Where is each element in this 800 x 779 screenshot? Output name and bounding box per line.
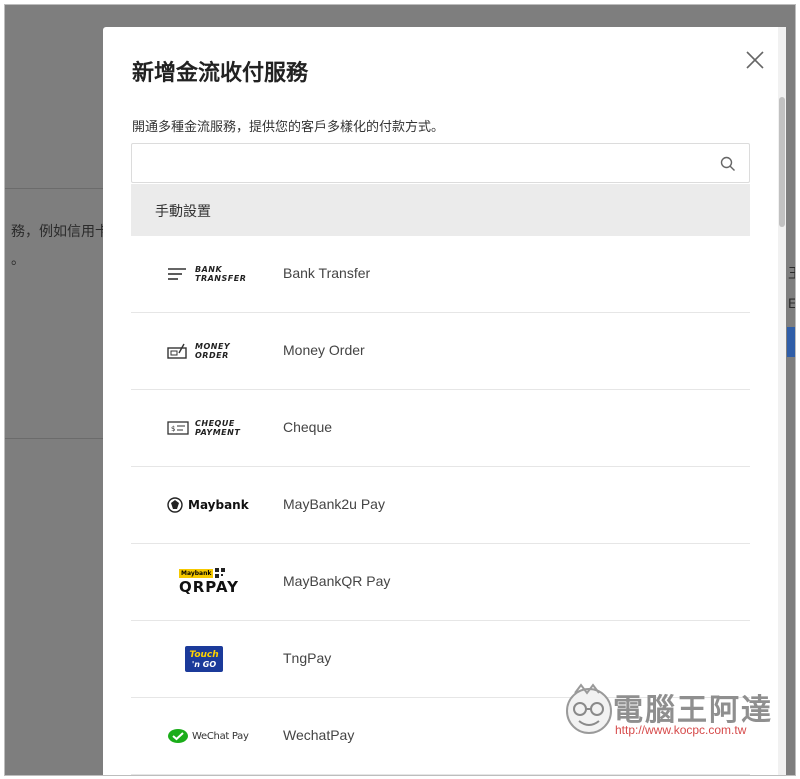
wechat-pay-wordmark: WeChat Pay (192, 730, 249, 742)
cheque-icon: $ (167, 421, 189, 435)
payment-method-name: Cheque (283, 419, 333, 435)
search-icon[interactable] (719, 155, 737, 173)
maybank-wordmark: Maybank (188, 498, 249, 512)
watermark-url: http://www.kocpc.com.tw (615, 723, 747, 737)
qr-code-icon (215, 568, 226, 578)
payment-method-money-order[interactable]: MONEY ORDER Money Order (131, 313, 750, 390)
bank-transfer-logo: BANK TRANSFER (167, 256, 257, 292)
payment-method-cheque[interactable]: $ CHEQUE PAYMENT Cheque (131, 390, 750, 467)
touch-n-go-logo: Touch 'n GO (185, 641, 275, 677)
background-fragment: 王 (788, 263, 795, 283)
background-text: 務，例如信用卡 (11, 223, 109, 239)
modal-title: 新增金流收付服務 (132, 60, 309, 85)
logo-label: CHEQUE (195, 419, 235, 428)
background-text: 。 (11, 251, 25, 267)
section-header-label: 手動設置 (155, 203, 211, 219)
cheque-payment-logo: $ CHEQUE PAYMENT (167, 410, 257, 446)
tng-badge: Touch 'n GO (185, 646, 223, 672)
maybank-logo: Maybank (167, 487, 257, 523)
background-divider (5, 188, 103, 189)
payment-method-name: Money Order (283, 342, 365, 358)
payment-method-name: Bank Transfer (283, 265, 371, 281)
qrpay-top-row: Maybank (179, 568, 226, 578)
mascot-icon (566, 683, 612, 734)
close-icon (746, 51, 764, 69)
search-box (131, 143, 750, 183)
logo-label: PAYMENT (195, 428, 241, 437)
wechat-pay-logo: WeChat Pay (167, 718, 257, 754)
svg-text:$: $ (171, 425, 175, 433)
payment-method-name: MayBank2u Pay (283, 496, 385, 512)
tng-touch-text: Touch (189, 649, 219, 660)
add-payment-service-modal: 新增金流收付服務 開通多種金流服務，提供您的客戶多樣化的付款方式。 手動設置 B… (103, 27, 786, 775)
manual-setup-section-header: 手動設置 (131, 184, 750, 236)
payment-method-maybank2u[interactable]: Maybank MayBank2u Pay (131, 467, 750, 544)
payment-method-name: MayBankQR Pay (283, 573, 391, 589)
money-order-logo: MONEY ORDER (167, 333, 257, 369)
logo-label: MONEY (195, 342, 231, 351)
money-order-icon (167, 343, 187, 359)
payment-method-bank-transfer[interactable]: BANK TRANSFER Bank Transfer (131, 236, 750, 313)
scrollbar-thumb[interactable] (779, 97, 785, 227)
background-button (787, 327, 795, 357)
qrpay-wordmark: QRPAY (179, 578, 239, 596)
maybank-mini-badge: Maybank (179, 568, 214, 578)
payment-method-name: WechatPay (283, 727, 355, 743)
close-button[interactable] (742, 47, 768, 73)
tng-go-text: 'n GO (191, 659, 217, 669)
screenshot-frame: 務，例如信用卡 。 王 E 新增金流收付服務 開通多種金流服務，提供您的客戶多樣… (4, 4, 796, 776)
logo-label: ORDER (195, 351, 229, 360)
payment-method-name: TngPay (283, 650, 332, 666)
modal-scrollbar[interactable] (778, 27, 786, 775)
logo-label: TRANSFER (195, 274, 247, 283)
maybank-qrpay-logo: Maybank QRPAY (179, 564, 269, 600)
logo-label: BANK (195, 265, 223, 274)
background-fragment: E (788, 295, 795, 311)
maybank-tiger-icon (167, 497, 183, 513)
bank-transfer-icon (168, 268, 186, 280)
wechat-pay-icon (168, 729, 188, 743)
payment-method-maybank-qr[interactable]: Maybank QRPAY MayBankQR Pay (131, 544, 750, 621)
watermark: 電腦王阿達 http://www.kocpc.com.tw (561, 673, 791, 753)
modal-subtitle: 開通多種金流服務，提供您的客戶多樣化的付款方式。 (132, 119, 445, 134)
background-divider (5, 438, 103, 439)
search-input[interactable] (142, 152, 706, 176)
